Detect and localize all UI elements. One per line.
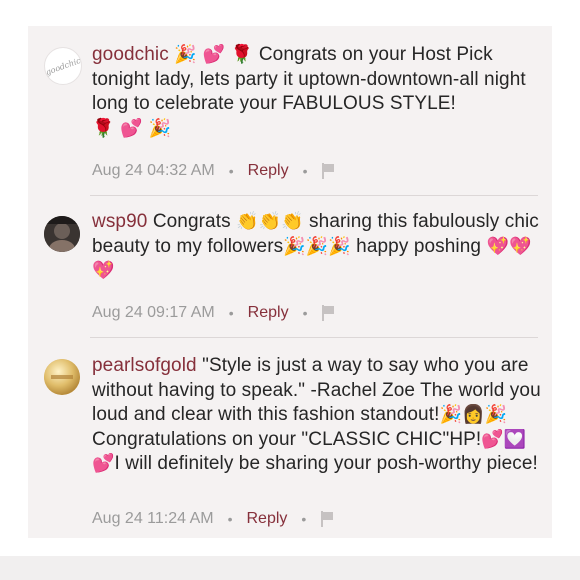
party-emojis: 🎉🎉🎉 xyxy=(283,235,351,257)
comment-divider xyxy=(90,337,538,338)
comment-body: happy poshing xyxy=(356,235,482,257)
reply-button[interactable]: Reply xyxy=(248,162,289,180)
username-link[interactable]: pearlsofgold xyxy=(92,355,197,376)
separator-dot: • xyxy=(302,305,308,321)
separator-dot: • xyxy=(228,163,234,179)
comment-meta: Aug 24 09:17 AM • Reply • xyxy=(92,302,335,324)
comment-body: Congratulations on your "CLASSIC CHIC"HP… xyxy=(92,428,482,450)
wsp90-avatar[interactable] xyxy=(44,216,80,252)
bottom-band xyxy=(0,556,580,580)
clapping-emojis: 👏👏👏 xyxy=(236,211,304,232)
party-woman-emojis: 🎉👩🎉 xyxy=(439,404,508,425)
separator-dot: • xyxy=(301,511,307,527)
username-link[interactable]: goodchic xyxy=(92,44,169,65)
timestamp: Aug 24 09:17 AM xyxy=(92,304,215,321)
comment-text-goodchic: goodchic 🎉 💕 🌹 Congrats on your Host Pic… xyxy=(92,43,542,141)
user-photo-icon xyxy=(44,216,80,252)
separator-dot: • xyxy=(302,163,308,179)
comment-meta: Aug 24 04:32 AM • Reply • xyxy=(92,160,335,182)
comment-meta: Aug 24 11:24 AM • Reply • xyxy=(92,508,334,530)
flag-icon[interactable] xyxy=(321,305,335,321)
goodchic-avatar[interactable]: goodchic xyxy=(44,47,82,85)
separator-dot: • xyxy=(227,511,233,527)
reply-button[interactable]: Reply xyxy=(248,304,289,322)
comment-text-wsp90: wsp90 Congrats 👏👏👏 sharing this fabulous… xyxy=(92,210,542,284)
timestamp: Aug 24 04:32 AM xyxy=(92,162,215,179)
comment-text-pearlsofgold: pearlsofgold "Style is just a way to say… xyxy=(92,354,542,477)
pearls-gold-icon xyxy=(44,359,80,395)
comment-divider xyxy=(90,195,538,196)
timestamp: Aug 24 11:24 AM xyxy=(92,510,214,527)
reply-button[interactable]: Reply xyxy=(246,510,287,528)
rose-heart-party-emojis: 🌹 💕 🎉 xyxy=(92,117,172,139)
comment-body: I will definitely be sharing your posh-w… xyxy=(114,453,538,474)
svg-text:goodchic: goodchic xyxy=(45,56,81,77)
party-heart-rose-emojis: 🎉 💕 🌹 xyxy=(174,44,254,65)
flag-icon[interactable] xyxy=(321,163,335,179)
flag-icon[interactable] xyxy=(320,511,334,527)
goodchic-logo-icon: goodchic xyxy=(45,56,81,77)
comment-body: Congrats xyxy=(152,211,231,232)
pearlsofgold-avatar[interactable] xyxy=(44,359,80,395)
username-link[interactable]: wsp90 xyxy=(92,211,147,232)
separator-dot: • xyxy=(228,305,234,321)
